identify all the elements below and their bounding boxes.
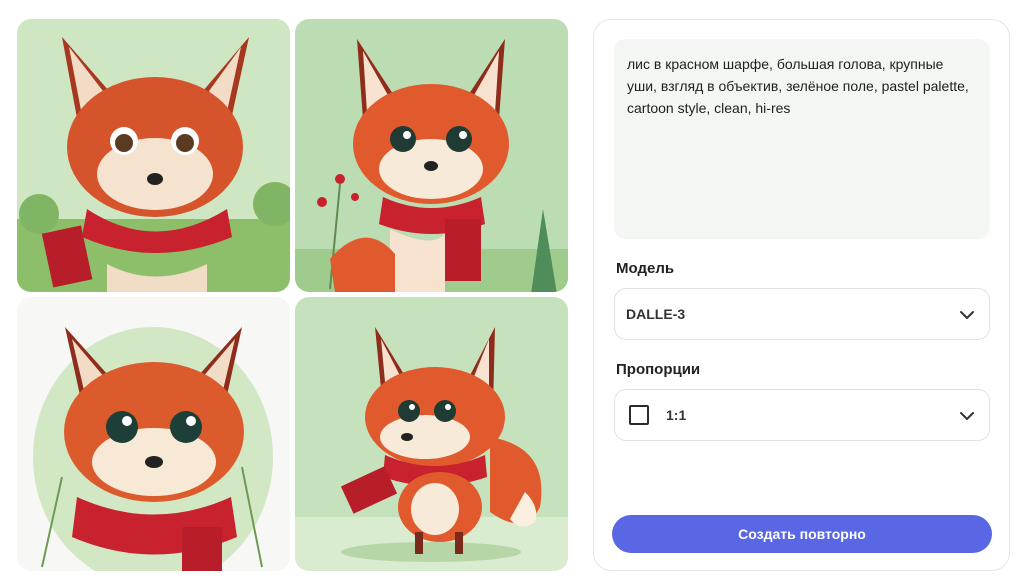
chevron-down-icon <box>960 311 974 319</box>
prompt-input[interactable]: лис в красном шарфе, большая голова, кру… <box>614 39 990 239</box>
model-dropdown[interactable]: DALLE-3 <box>614 288 990 340</box>
fox-image-4[interactable] <box>295 297 568 571</box>
image-gallery <box>17 19 568 571</box>
fox-illustration-4 <box>295 297 568 571</box>
fox-illustration-1 <box>17 19 290 292</box>
ratio-dropdown[interactable]: 1:1 <box>614 389 990 441</box>
model-label: Модель <box>616 260 675 277</box>
fox-image-1[interactable] <box>17 19 290 292</box>
model-value: DALLE-3 <box>626 306 686 322</box>
fox-illustration-3 <box>17 297 290 571</box>
square-ratio-icon <box>629 405 649 425</box>
regenerate-button[interactable]: Создать повторно <box>612 515 992 553</box>
chevron-down-icon <box>960 412 974 420</box>
fox-image-2[interactable] <box>295 19 568 292</box>
fox-image-3[interactable] <box>17 297 290 571</box>
ratio-value: 1:1 <box>666 407 687 423</box>
ratio-label: Пропорции <box>616 361 701 378</box>
generation-settings-panel: лис в красном шарфе, большая голова, кру… <box>593 19 1010 571</box>
fox-illustration-2 <box>295 19 568 292</box>
